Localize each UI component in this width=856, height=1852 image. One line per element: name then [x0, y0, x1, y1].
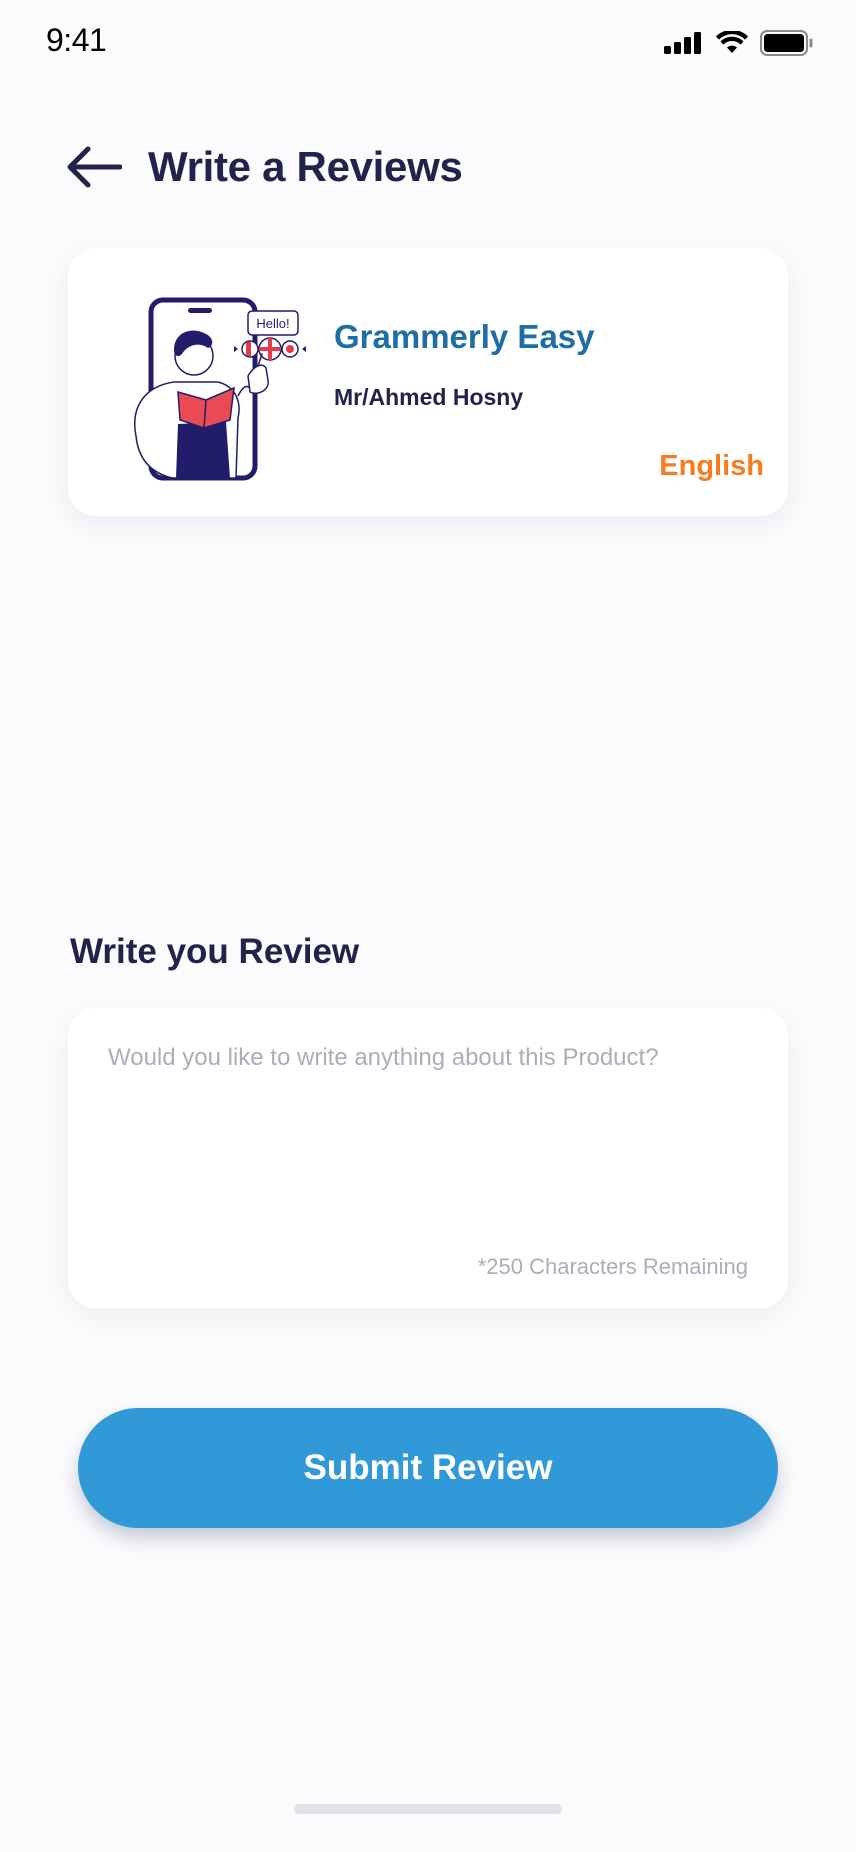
cellular-signal-icon	[664, 32, 701, 54]
course-instructor: Mr/Ahmed Hosny	[334, 384, 524, 410]
back-button[interactable]	[66, 138, 124, 196]
course-illustration: Hello!	[126, 296, 326, 486]
status-icons	[664, 30, 814, 56]
course-language: English	[659, 450, 764, 482]
course-card: Hello! Grammerly Easy Mr/Ahmed Hosny Eng…	[68, 248, 788, 516]
review-section-title: Write you Review	[70, 932, 360, 971]
page-header: Write a Reviews	[66, 138, 463, 196]
home-indicator	[294, 1804, 562, 1814]
status-bar: 9:41	[0, 0, 856, 90]
hello-bubble-text: Hello!	[256, 316, 289, 331]
review-textarea[interactable]	[108, 1044, 748, 1234]
character-counter: *250 Characters Remaining	[477, 1254, 748, 1279]
status-time: 9:41	[46, 22, 107, 58]
language-learner-illustration: Hello!	[134, 297, 306, 481]
arrow-left-icon	[67, 146, 122, 188]
submit-review-button[interactable]: Submit Review	[78, 1408, 778, 1528]
course-title: Grammerly Easy	[334, 318, 595, 355]
page-title: Write a Reviews	[148, 143, 463, 190]
wifi-icon	[716, 31, 748, 53]
review-box: *250 Characters Remaining	[68, 1008, 788, 1308]
battery-icon	[760, 30, 813, 56]
